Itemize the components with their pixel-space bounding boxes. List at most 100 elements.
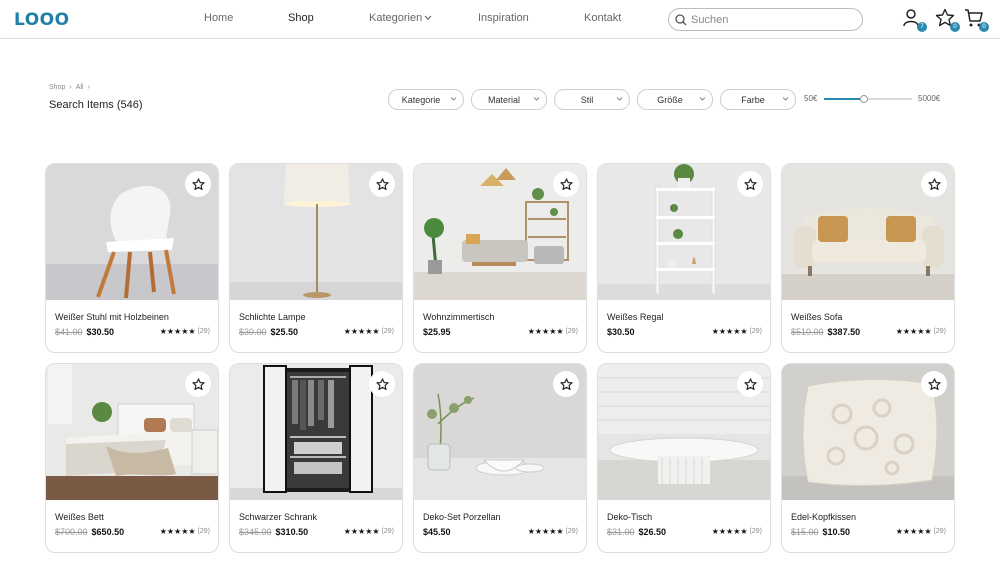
add-favorite-button[interactable] <box>185 171 211 197</box>
current-price: $25.95 <box>423 327 451 337</box>
breadcrumb: Shop › All › <box>49 84 90 91</box>
product-name[interactable]: Schlichte Lampe <box>239 312 306 322</box>
product-card[interactable]: Weißes Regal $30.50 ★★★★★ (29) <box>597 163 771 353</box>
nav-kategorien[interactable]: Kategorien <box>369 12 432 24</box>
product-rating: ★★★★★ (29) <box>344 327 394 336</box>
product-prices: $31.00 $26.50 <box>607 527 666 537</box>
product-card[interactable]: Wohnzimmertisch $25.95 ★★★★★ (29) <box>413 163 587 353</box>
product-name[interactable]: Weißer Stuhl mit Holzbeinen <box>55 312 169 322</box>
filter-label: Größe <box>657 94 683 105</box>
review-count: (29) <box>933 528 946 535</box>
product-rating: ★★★★★ (29) <box>528 527 578 536</box>
cart-button[interactable]: 0 <box>964 8 989 32</box>
product-name[interactable]: Weißes Bett <box>55 512 104 522</box>
star-outline-icon <box>559 377 573 390</box>
rating-stars: ★★★★★ <box>895 527 932 536</box>
review-count: (29) <box>933 328 946 335</box>
product-name[interactable]: Weißes Sofa <box>791 312 842 322</box>
filter-material[interactable]: Material <box>471 89 547 110</box>
breadcrumb-shop[interactable]: Shop <box>49 84 65 91</box>
filter-label: Material <box>487 94 520 105</box>
filter-stil[interactable]: Stil <box>554 89 630 110</box>
old-price: $510.00 <box>791 327 824 337</box>
add-favorite-button[interactable] <box>737 371 763 397</box>
add-favorite-button[interactable] <box>921 171 947 197</box>
product-rating: ★★★★★ (29) <box>712 527 762 536</box>
breadcrumb-separator: › <box>87 84 90 91</box>
product-name[interactable]: Wohnzimmertisch <box>423 312 494 322</box>
product-card[interactable]: Deko-Set Porzellan $45.50 ★★★★★ (29) <box>413 363 587 553</box>
nav-home[interactable]: Home <box>204 12 233 24</box>
product-prices: $30.50 <box>607 327 635 337</box>
product-rating: ★★★★★ (29) <box>528 327 578 336</box>
old-price: $345.00 <box>239 527 272 537</box>
filter-farbe[interactable]: Farbe <box>720 89 796 110</box>
rating-stars: ★★★★★ <box>343 327 380 336</box>
star-outline-icon <box>375 177 389 190</box>
nav-shop[interactable]: Shop <box>288 12 314 24</box>
product-rating: ★★★★★ (29) <box>160 527 210 536</box>
product-card[interactable]: Schwarzer Schrank $345.00 $310.50 ★★★★★ (2… <box>229 363 403 553</box>
current-price: $10.50 <box>822 527 851 537</box>
breadcrumb-all[interactable]: All <box>76 84 84 91</box>
filter-kategorie[interactable]: Kategorie <box>388 89 464 110</box>
chevron-down-icon <box>533 97 540 101</box>
product-name[interactable]: Deko-Tisch <box>607 512 652 522</box>
favorites-button[interactable]: 0 <box>935 8 960 32</box>
product-name[interactable]: Schwarzer Schrank <box>239 512 317 522</box>
current-price: $310.50 <box>275 527 309 537</box>
add-favorite-button[interactable] <box>369 171 395 197</box>
product-name[interactable]: Deko-Set Porzellan <box>423 512 501 522</box>
star-outline-icon <box>927 377 941 390</box>
price-slider[interactable] <box>824 95 912 103</box>
add-favorite-button[interactable] <box>185 371 211 397</box>
rating-stars: ★★★★★ <box>895 327 932 336</box>
current-price: $26.50 <box>638 527 667 537</box>
filter-groesse[interactable]: Größe <box>637 89 713 110</box>
add-favorite-button[interactable] <box>921 371 947 397</box>
chevron-down-icon <box>699 97 706 101</box>
rating-stars: ★★★★★ <box>527 327 564 336</box>
search-icon <box>675 13 687 25</box>
product-prices: $700.00 $650.50 <box>55 527 124 537</box>
product-card[interactable]: Weißer Stuhl mit Holzbeinen $41.00 $30.50… <box>45 163 219 353</box>
product-card[interactable]: Schlichte Lampe $30.00 $25.50 ★★★★★ (29) <box>229 163 403 353</box>
filter-label: Farbe <box>741 94 765 105</box>
product-prices: $30.00 $25.50 <box>239 327 298 337</box>
nav-kategorien-label: Kategorien <box>369 12 423 24</box>
product-name[interactable]: Edel-Kopfkissen <box>791 512 856 522</box>
review-count: (29) <box>565 528 578 535</box>
price-slider-fill <box>824 98 864 100</box>
nav-inspiration[interactable]: Inspiration <box>478 12 529 24</box>
price-slider-thumb[interactable] <box>859 95 868 103</box>
add-favorite-button[interactable] <box>553 371 579 397</box>
rating-stars: ★★★★★ <box>159 527 196 536</box>
product-card[interactable]: Deko-Tisch $31.00 $26.50 ★★★★★ (29) <box>597 363 771 553</box>
current-price: $30.50 <box>607 327 635 337</box>
chevron-down-icon <box>450 97 457 101</box>
search-input[interactable] <box>691 13 851 26</box>
cart-badge: 0 <box>979 22 989 32</box>
star-outline-icon <box>191 177 205 190</box>
product-rating: ★★★★★ (29) <box>896 527 946 536</box>
current-price: $45.50 <box>423 527 451 537</box>
add-favorite-button[interactable] <box>737 171 763 197</box>
product-card[interactable]: Edel-Kopfkissen $15.00 $10.50 ★★★★★ (29) <box>781 363 955 553</box>
product-card[interactable]: Weißes Sofa $510.00 $387.50 ★★★★★ (29) <box>781 163 955 353</box>
product-card[interactable]: Weißes Bett $700.00 $650.50 ★★★★★ (29) <box>45 363 219 553</box>
chevron-down-icon <box>782 97 789 101</box>
price-max-label: 5000€ <box>918 94 941 103</box>
product-prices: $15.00 $10.50 <box>791 527 850 537</box>
add-favorite-button[interactable] <box>369 371 395 397</box>
product-prices: $45.50 <box>423 527 451 537</box>
product-name[interactable]: Weißes Regal <box>607 312 663 322</box>
review-count: (29) <box>197 328 210 335</box>
old-price: $15.00 <box>791 527 819 537</box>
add-favorite-button[interactable] <box>553 171 579 197</box>
review-count: (29) <box>749 328 762 335</box>
old-price: $41.00 <box>55 327 83 337</box>
nav-kontakt[interactable]: Kontakt <box>584 12 621 24</box>
product-prices: $41.00 $30.50 <box>55 327 114 337</box>
account-button[interactable]: 7 <box>902 8 927 32</box>
search-bar[interactable] <box>668 8 863 31</box>
